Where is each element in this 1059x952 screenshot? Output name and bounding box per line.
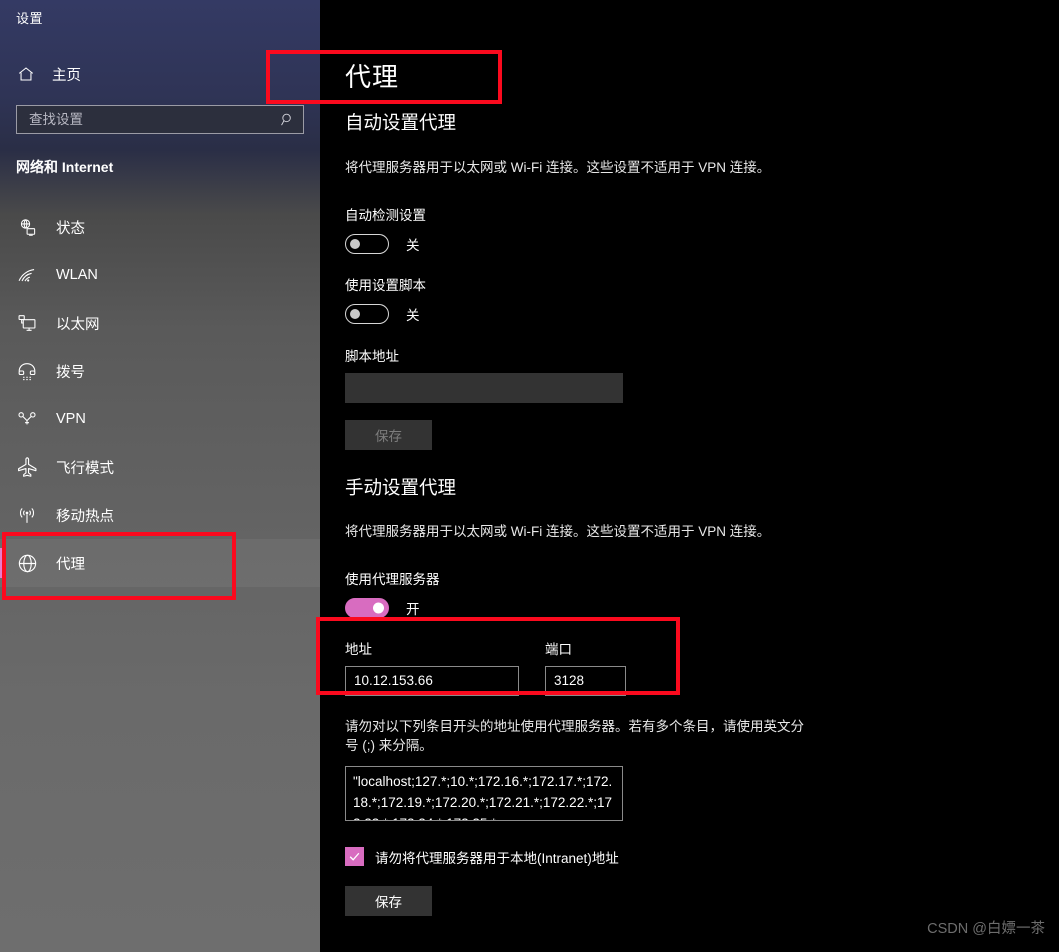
exception-list-input[interactable] (345, 765, 623, 821)
home-icon (15, 63, 37, 85)
use-proxy-toggle[interactable] (345, 597, 389, 618)
sidebar-item-wlan-label: WLAN (56, 267, 98, 283)
ethernet-icon (15, 311, 39, 335)
sidebar-item-mobile-hotspot[interactable]: 移动热点 (0, 491, 320, 539)
manual-proxy-description: 将代理服务器用于以太网或 Wi-Fi 连接。这些设置不适用于 VPN 连接。 (345, 524, 771, 539)
manual-save-button[interactable]: 保存 (345, 885, 432, 916)
auto-detect-toggle-row: 关 (345, 233, 770, 254)
hotspot-icon (15, 503, 39, 527)
sidebar: 设置 主页 网络和 Internet (0, 0, 320, 952)
use-proxy-state: 开 (406, 601, 420, 617)
sidebar-item-status-label: 状态 (56, 220, 85, 237)
bypass-local-checkbox[interactable] (345, 847, 364, 867)
search-input[interactable] (27, 111, 280, 128)
exception-description: 请勿对以下列条目开头的地址使用代理服务器。若有多个条目，请使用英文分号 (;) … (345, 718, 804, 754)
auto-detect-toggle[interactable] (345, 233, 389, 254)
csdn-watermark: CSDN @白嫖一茶 (927, 921, 1045, 937)
auto-proxy-description: 将代理服务器用于以太网或 Wi-Fi 连接。这些设置不适用于 VPN 连接。 (345, 160, 771, 175)
use-script-toggle-row: 关 (345, 303, 770, 324)
sidebar-item-ethernet-label: 以太网 (56, 316, 100, 333)
sidebar-item-vpn[interactable]: VPN (0, 395, 320, 443)
bypass-local-label: 请勿将代理服务器用于本地(Intranet)地址 (375, 850, 619, 866)
sidebar-item-ethernet[interactable]: 以太网 (0, 299, 320, 347)
sidebar-item-status[interactable]: 状态 (0, 203, 320, 251)
address-field-group: 地址 (345, 638, 519, 696)
status-icon (15, 215, 39, 239)
auto-detect-state: 关 (406, 237, 420, 253)
main-content: 代理 自动设置代理 将代理服务器用于以太网或 Wi-Fi 连接。这些设置不适用于… (320, 0, 1059, 952)
sidebar-item-airplane-mode-label: 飞行模式 (56, 460, 114, 477)
use-proxy-label: 使用代理服务器 (345, 571, 440, 587)
bypass-local-row[interactable]: 请勿将代理服务器用于本地(Intranet)地址 (345, 847, 805, 867)
sidebar-item-dialup-label: 拨号 (56, 364, 85, 381)
script-address-input[interactable] (345, 372, 623, 403)
sidebar-item-dialup[interactable]: 拨号 (0, 347, 320, 395)
globe-icon (15, 551, 39, 575)
manual-proxy-heading: 手动设置代理 (345, 477, 457, 498)
address-input[interactable] (345, 665, 519, 696)
sidebar-item-home[interactable]: 主页 (0, 58, 320, 90)
sidebar-item-proxy[interactable]: 代理 (0, 539, 320, 587)
airplane-icon (15, 455, 39, 479)
use-script-state: 关 (406, 307, 420, 323)
vpn-key-icon (15, 407, 39, 431)
port-field-group: 端口 (545, 638, 626, 696)
wifi-icon (15, 263, 39, 287)
dialup-phone-icon (15, 359, 39, 383)
auto-proxy-heading: 自动设置代理 (345, 112, 457, 133)
settings-window: 设置 主页 网络和 Internet (0, 0, 1059, 952)
search-box[interactable] (16, 105, 304, 134)
sidebar-item-vpn-label: VPN (56, 411, 86, 427)
port-label: 端口 (545, 641, 572, 657)
manual-proxy-section: 手动设置代理 将代理服务器用于以太网或 Wi-Fi 连接。这些设置不适用于 VP… (345, 474, 805, 916)
use-script-toggle[interactable] (345, 303, 389, 324)
auto-detect-label: 自动检测设置 (345, 207, 426, 223)
search-icon[interactable] (280, 112, 295, 127)
address-label: 地址 (345, 641, 372, 657)
page-title: 代理 (345, 62, 400, 92)
script-address-label: 脚本地址 (345, 348, 399, 364)
sidebar-item-wlan[interactable]: WLAN (0, 251, 320, 299)
sidebar-item-proxy-label: 代理 (56, 556, 85, 573)
sidebar-item-home-label: 主页 (52, 67, 81, 84)
toggle-knob (350, 308, 360, 319)
use-script-label: 使用设置脚本 (345, 277, 426, 293)
sidebar-item-airplane-mode[interactable]: 飞行模式 (0, 443, 320, 491)
toggle-knob (350, 238, 360, 249)
sidebar-item-mobile-hotspot-label: 移动热点 (56, 508, 114, 525)
toggle-knob (373, 602, 384, 614)
sidebar-nav-list: 状态 WLAN 以太网 拨号 VPN 飞行模式 移动热点 代理 (0, 203, 320, 587)
port-input[interactable] (545, 665, 626, 696)
sidebar-section-header: 网络和 Internet (16, 159, 114, 175)
use-proxy-toggle-row: 开 (345, 597, 805, 618)
address-port-row: 地址 端口 (345, 638, 805, 696)
app-title: 设置 (16, 11, 44, 26)
auto-proxy-section: 自动设置代理 将代理服务器用于以太网或 Wi-Fi 连接。这些设置不适用于 VP… (345, 109, 770, 450)
auto-save-button[interactable]: 保存 (345, 419, 432, 450)
